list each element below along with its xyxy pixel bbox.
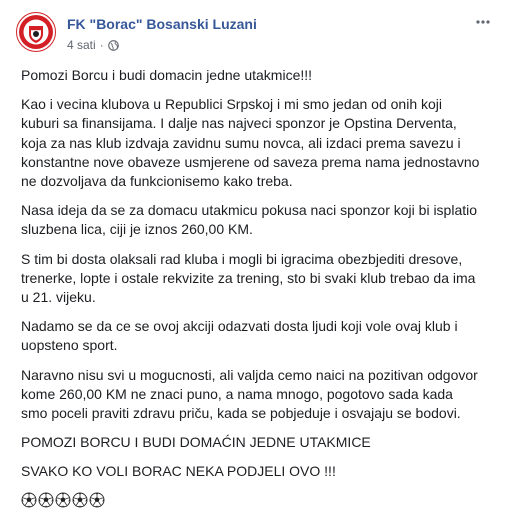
post-paragraph: Kao i vecina klubova u Republici Srpskoj… [21,96,480,190]
soccer-ball-emoji-row [21,492,481,508]
soccer-ball-icon [55,492,71,508]
meta-separator: · [99,38,104,52]
globe-icon[interactable] [107,39,119,51]
author-name[interactable]: FK "Borac" Bosanski Luzani [67,16,257,32]
facebook-post: FK "Borac" Bosanski Luzani 4 sati · Pomo… [0,0,507,508]
post-paragraph: POMOZI BORCU I BUDI DOMAĆIN JEDNE UTAKMI… [21,434,371,451]
post-paragraph: Naravno nisu svi u mogucnosti, ali valjd… [21,366,478,422]
soccer-ball-icon [89,492,105,508]
post-paragraph: Pomozi Borcu i budi domacin jedne utakmi… [21,67,313,83]
post-timestamp[interactable]: 4 sati [67,38,96,52]
post-paragraph: Nadamo se da ce se ovoj akciji odazvati … [21,318,458,354]
soccer-ball-icon [21,492,37,508]
post-header: FK "Borac" Bosanski Luzani 4 sati · [12,10,495,56]
soccer-ball-icon [38,492,54,508]
post-paragraph: Nasa ideja da se za domacu utakmicu poku… [21,202,478,238]
more-options-icon[interactable] [473,12,493,32]
soccer-ball-icon [72,492,88,508]
club-crest-avatar[interactable] [16,12,56,52]
post-paragraph: S tim bi dosta olaksali rad kluba i mogl… [21,250,476,306]
post-body: Pomozi Borcu i budi domacin jedne utakmi… [21,66,481,508]
post-meta: 4 sati · [67,38,119,52]
